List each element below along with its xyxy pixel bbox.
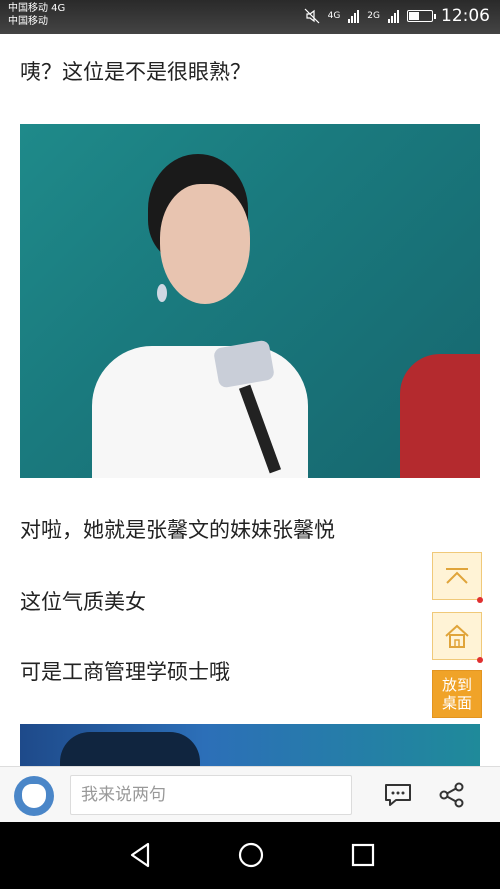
- comment-input[interactable]: 我来说两句: [70, 775, 352, 815]
- network-type-1: 4G: [327, 11, 341, 21]
- article-paragraph-2: 对啦，她就是张馨文的妹妹张馨悦: [20, 518, 335, 542]
- comment-icon[interactable]: [384, 783, 412, 807]
- recent-square-icon[interactable]: [348, 840, 378, 870]
- desktop-label-line-2: 桌面: [441, 694, 472, 712]
- comment-bar: 我来说两句: [0, 766, 500, 822]
- network-type-2: 2G: [367, 11, 380, 21]
- carrier-line-2: 中国移动: [8, 16, 48, 27]
- article-paragraph-3: 这位气质美女: [20, 590, 146, 614]
- status-icons: 4G 2G 12:06: [304, 6, 490, 26]
- clock: 12:06: [441, 6, 490, 26]
- article-content[interactable]: 咦？这位是不是很眼熟？ 对啦，她就是张馨文的妹妹张馨悦 这位气质美女 可是工商管…: [0, 34, 500, 766]
- status-bar: 中国移动 4G 中国移动 4G 2G 12:06: [0, 0, 500, 34]
- notification-dot: [477, 597, 483, 603]
- article-paragraph-1: 咦？这位是不是很眼熟？: [20, 60, 251, 84]
- mute-icon: [304, 8, 320, 24]
- notification-dot: [477, 657, 483, 663]
- article-photo-2: [20, 724, 480, 766]
- signal-icon: [348, 9, 360, 23]
- article-photo-1: [20, 124, 480, 478]
- home-button[interactable]: [432, 612, 483, 663]
- share-icon[interactable]: [438, 781, 466, 809]
- system-nav-bar: [0, 822, 500, 889]
- user-avatar[interactable]: [14, 776, 54, 816]
- back-triangle-icon[interactable]: [126, 840, 156, 870]
- signal-icon-2: [388, 9, 399, 23]
- scroll-top-button[interactable]: [432, 552, 483, 603]
- desktop-label-line-1: 放到: [441, 676, 472, 694]
- chevron-up-icon: [446, 568, 468, 584]
- home-circle-icon[interactable]: [236, 840, 266, 870]
- carrier-line-1: 中国移动 4G: [8, 3, 66, 14]
- carrier-info: 中国移动 4G 中国移动: [8, 2, 65, 28]
- article-paragraph-4: 可是工商管理学硕士哦: [20, 660, 230, 684]
- battery-icon: [407, 10, 436, 22]
- home-icon: [445, 624, 469, 648]
- add-to-desktop-button[interactable]: 放到 桌面: [432, 670, 482, 718]
